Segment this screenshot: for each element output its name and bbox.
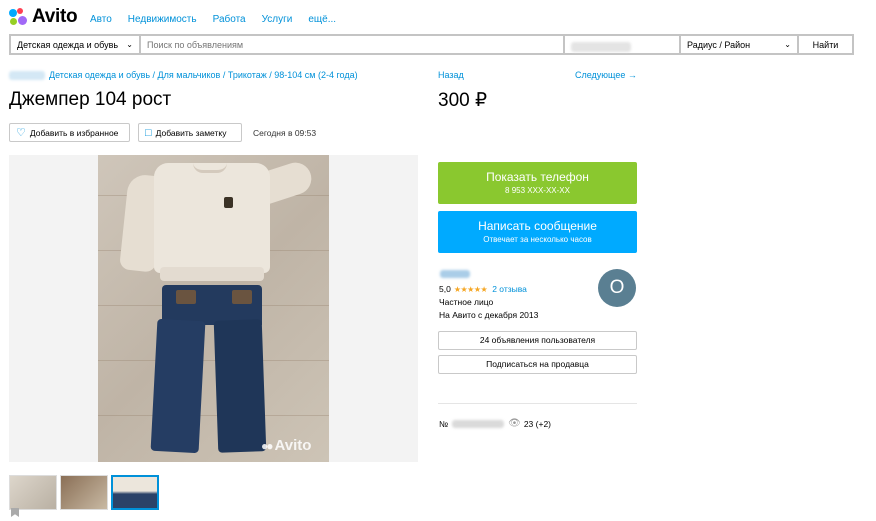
- nav-item-more[interactable]: ещё...: [308, 14, 336, 25]
- breadcrumb-path[interactable]: Детская одежда и обувь / Для мальчиков /…: [49, 70, 358, 80]
- ad-number-blurred: [452, 419, 505, 428]
- radius-select-value: Радиус / Район: [687, 40, 751, 50]
- seller-rating: 5,0 ★★★★★ 2 отзыва: [439, 284, 527, 294]
- view-count: 23 (+2): [523, 418, 551, 429]
- reviews-link[interactable]: 2 отзыва: [492, 284, 527, 294]
- subscribe-seller-button[interactable]: Подписаться на продавца: [438, 355, 637, 374]
- add-note-button[interactable]: □ Добавить заметку: [138, 123, 242, 142]
- phone-masked: 8 953 XXX-XX-XX: [505, 186, 570, 195]
- category-select-value: Детская одежда и обувь: [17, 40, 119, 50]
- main-photo: [98, 155, 329, 462]
- note-icon: □: [145, 126, 152, 139]
- seller-listings-button[interactable]: 24 объявления пользователя: [438, 331, 637, 350]
- watermark-text: Avito: [274, 437, 312, 454]
- avatar[interactable]: O: [598, 269, 636, 307]
- send-message-button[interactable]: Написать сообщение Отвечает за несколько…: [438, 211, 637, 253]
- search-input[interactable]: [141, 36, 563, 53]
- show-phone-label: Показать телефон: [486, 170, 589, 184]
- thumbnail-strip: [9, 475, 159, 510]
- seller-type: Частное лицо: [439, 297, 494, 307]
- bookmark-icon[interactable]: [11, 508, 19, 517]
- nav-item-jobs[interactable]: Работа: [213, 14, 246, 25]
- thumbnail-3[interactable]: [111, 475, 159, 510]
- chevron-down-icon: ⌄: [784, 40, 791, 49]
- heart-icon: ♡: [16, 127, 26, 139]
- logo-dots-icon: [9, 8, 29, 26]
- eye-icon: 👁: [508, 418, 521, 429]
- thumbnail-2[interactable]: [60, 475, 108, 510]
- show-phone-button[interactable]: Показать телефон 8 953 XXX-XX-XX: [438, 162, 637, 204]
- city-blurred: [571, 42, 631, 52]
- watermark-dots-icon: ●●: [261, 438, 273, 453]
- listing-price: 300 ₽: [438, 90, 488, 111]
- logo-text: Avito: [32, 6, 78, 27]
- radius-select[interactable]: Радиус / Район ⌄: [681, 36, 797, 53]
- search-bar: Детская одежда и обувь ⌄ Радиус / Район …: [9, 34, 854, 55]
- seller-since: На Авито с декабря 2013: [439, 310, 539, 320]
- nav-item-services[interactable]: Услуги: [262, 14, 293, 25]
- divider: [438, 403, 637, 404]
- rating-value: 5,0: [439, 284, 451, 294]
- seller-name-blurred[interactable]: [440, 270, 470, 278]
- nav-item-realty[interactable]: Недвижимость: [128, 14, 197, 25]
- top-nav: Авто Недвижимость Работа Услуги ещё...: [90, 14, 352, 25]
- photo-gallery[interactable]: ●● Avito: [9, 155, 418, 462]
- add-note-label: Добавить заметку: [155, 127, 227, 138]
- top-bar: Avito Авто Недвижимость Работа Услуги ещ…: [0, 0, 876, 33]
- breadcrumb: Детская одежда и обувь / Для мальчиков /…: [9, 70, 358, 80]
- thumbnail-1[interactable]: [9, 475, 57, 510]
- ad-number-prefix: №: [439, 418, 449, 429]
- listing-title: Джемпер 104 рост: [9, 89, 172, 110]
- back-link[interactable]: Назад: [438, 70, 464, 80]
- breadcrumb-city-blurred[interactable]: [9, 70, 45, 80]
- city-select[interactable]: [565, 36, 679, 53]
- avito-logo[interactable]: Avito: [9, 6, 78, 28]
- star-icons: ★★★★★: [453, 284, 488, 294]
- send-message-label: Написать сообщение: [478, 219, 597, 233]
- ad-meta: № 👁 23 (+2): [439, 418, 551, 429]
- listing-date: Сегодня в 09:53: [253, 128, 317, 138]
- next-link[interactable]: Следующее →: [575, 70, 637, 80]
- add-favorite-button[interactable]: ♡ Добавить в избранное: [9, 123, 130, 142]
- category-select[interactable]: Детская одежда и обувь ⌄: [11, 36, 139, 53]
- nav-item-auto[interactable]: Авто: [90, 14, 112, 25]
- response-time: Отвечает за несколько часов: [483, 235, 592, 244]
- watermark: ●● Avito: [261, 437, 311, 454]
- find-button[interactable]: Найти: [799, 36, 852, 53]
- add-favorite-label: Добавить в избранное: [29, 127, 119, 138]
- chevron-down-icon: ⌄: [126, 40, 133, 49]
